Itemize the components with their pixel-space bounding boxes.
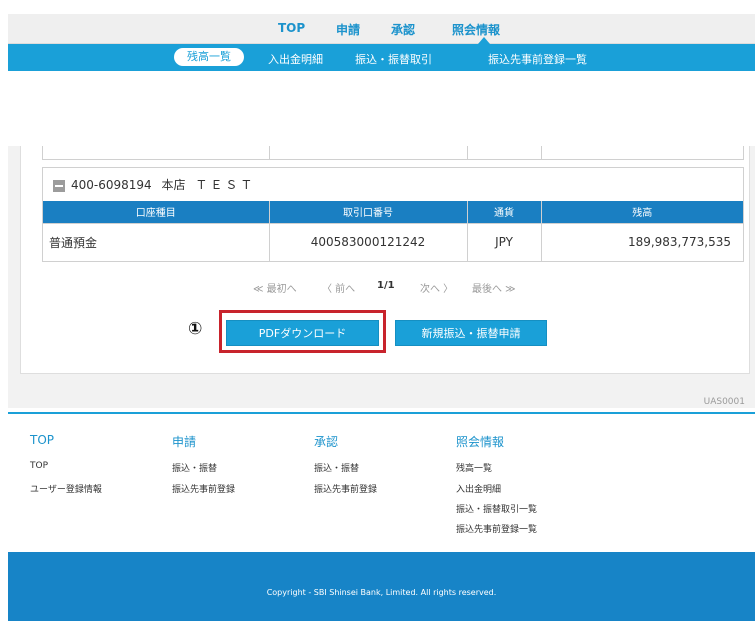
nav-approve[interactable]: 承認 [391, 21, 415, 38]
account-number: 400-6098194 [71, 178, 152, 192]
screen-code: UAS0001 [703, 397, 745, 407]
footer-link-apply-transfer[interactable]: 振込・振替 [172, 461, 217, 474]
collapse-icon[interactable] [53, 180, 65, 192]
nav-top[interactable]: TOP [278, 21, 305, 35]
top-nav: TOP 申請 承認 照会情報 [8, 14, 755, 44]
account-block: 400-6098194 本店 ＴＥＳＴ 口座種目 取引口番号 通貨 残高 普通預… [42, 167, 744, 262]
balance-table: 口座種目 取引口番号 通貨 残高 普通預金 400583000121242 JP… [43, 201, 743, 261]
footer-link-balance[interactable]: 残高一覧 [456, 461, 492, 474]
col-currency: 通貨 [466, 201, 541, 223]
footer-col-inquiry-title[interactable]: 照会情報 [456, 433, 504, 450]
subnav-transactions[interactable]: 入出金明細 [268, 51, 323, 67]
previous-account-table [42, 146, 744, 160]
pager-current: 1/1 [377, 280, 395, 291]
cell-balance: 189,983,773,535 [540, 222, 743, 261]
cell-account-number: 400583000121242 [268, 222, 467, 261]
table-header-row: 口座種目 取引口番号 通貨 残高 [43, 201, 743, 223]
footer-col-top-title[interactable]: TOP [30, 433, 54, 447]
footer-link-transactions[interactable]: 入出金明細 [456, 482, 501, 495]
copyright-text: Copyright - SBI Shinsei Bank, Limited. A… [266, 588, 497, 597]
cell-currency: JPY [466, 222, 541, 261]
footer-link-apply-payee[interactable]: 振込先事前登録 [172, 482, 235, 495]
footer-band: Copyright - SBI Shinsei Bank, Limited. A… [8, 552, 755, 621]
footer-link-approve-payee[interactable]: 振込先事前登録 [314, 482, 377, 495]
account-branch: 本店 [161, 178, 186, 192]
table-row: 普通預金 400583000121242 JPY 189,983,773,535 [43, 222, 743, 261]
footer-link-top[interactable]: TOP [30, 461, 48, 471]
account-name: ＴＥＳＴ [195, 178, 256, 192]
pager-last[interactable]: 最後へ ≫ [472, 280, 516, 295]
new-transfer-button[interactable]: 新規振込・振替申請 [395, 320, 547, 346]
subnav-transfer-history[interactable]: 振込・振替取引 [355, 51, 432, 67]
active-nav-indicator [478, 37, 490, 44]
footer-link-approve-transfer[interactable]: 振込・振替 [314, 461, 359, 474]
col-account-type: 口座種目 [43, 201, 269, 223]
nav-inquiry[interactable]: 照会情報 [452, 21, 500, 38]
footer-divider [8, 412, 755, 414]
pdf-download-button[interactable]: PDFダウンロード [226, 320, 379, 346]
subnav-payee-list[interactable]: 振込先事前登録一覧 [488, 51, 587, 67]
account-title: 400-6098194 本店 ＴＥＳＴ [71, 176, 261, 193]
sub-nav: 残高一覧 入出金明細 振込・振替取引 振込先事前登録一覧 [8, 44, 755, 71]
footer-col-apply-title[interactable]: 申請 [172, 433, 196, 450]
footer-col-approve-title[interactable]: 承認 [314, 433, 338, 450]
pager-next[interactable]: 次へ 〉 [420, 280, 453, 295]
cell-account-type: 普通預金 [43, 222, 269, 261]
nav-apply[interactable]: 申請 [336, 21, 360, 38]
footer-link-payee-list[interactable]: 振込先事前登録一覧 [456, 522, 537, 535]
pager-first[interactable]: ≪ 最初へ [253, 280, 297, 295]
col-balance: 残高 [540, 201, 743, 223]
col-account-number: 取引口番号 [268, 201, 467, 223]
footer-link-transfer-history[interactable]: 振込・振替取引一覧 [456, 502, 537, 515]
footer-link-user-info[interactable]: ユーザー登録情報 [30, 482, 102, 495]
subnav-balance-list[interactable]: 残高一覧 [174, 48, 244, 66]
step-number-annotation: ① [188, 319, 203, 339]
pager-prev[interactable]: 〈 前へ [322, 280, 355, 295]
